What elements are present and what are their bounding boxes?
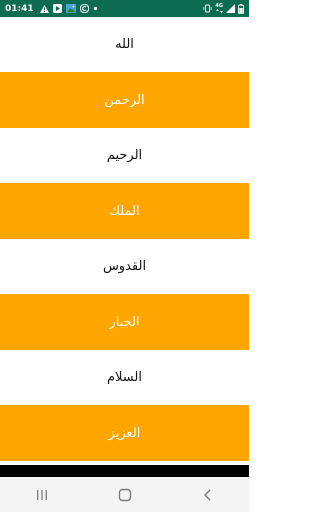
name-list-item[interactable]: الجبار xyxy=(0,294,249,350)
name-list-item[interactable]: الرحيم xyxy=(0,128,249,183)
warning-icon xyxy=(39,4,49,13)
name-label: الرحيم xyxy=(106,148,143,163)
name-label: الرحمن xyxy=(104,92,145,108)
status-icons-right: 4G xyxy=(203,3,244,14)
name-label: الملك xyxy=(109,203,140,219)
name-label: السلام xyxy=(107,370,142,385)
status-time: 01:41 xyxy=(5,3,34,14)
network-icon: 4G xyxy=(215,4,223,13)
name-label: القدوس xyxy=(102,259,147,274)
home-icon xyxy=(118,488,131,501)
recents-icon xyxy=(36,489,47,500)
signal-icon xyxy=(226,4,235,13)
bottom-divider xyxy=(0,465,249,477)
name-list-item[interactable]: السلام xyxy=(0,350,249,405)
name-list-item[interactable]: العزيز xyxy=(0,405,249,461)
dot-icon xyxy=(93,6,98,11)
status-bar: 01:41 4G xyxy=(0,0,249,17)
names-list: الله الرحمن الرحيم الملك القدوس الجبار السلام ا… xyxy=(0,17,249,461)
name-list-item[interactable]: الملك xyxy=(0,183,249,239)
name-label: العزيز xyxy=(108,425,141,441)
name-list-item[interactable]: الله xyxy=(0,17,249,72)
name-list-item[interactable]: القدوس xyxy=(0,239,249,294)
vibrate-icon xyxy=(203,4,213,13)
name-list-item[interactable]: الرحمن xyxy=(0,72,249,128)
back-button[interactable] xyxy=(188,480,228,510)
status-icons-left xyxy=(39,4,98,13)
name-label: الله xyxy=(115,37,134,52)
recents-button[interactable] xyxy=(22,480,62,510)
image-icon xyxy=(65,4,76,13)
battery-icon xyxy=(238,3,244,14)
play-icon xyxy=(52,4,62,13)
c-icon xyxy=(79,4,89,13)
back-icon xyxy=(203,489,210,500)
home-button[interactable] xyxy=(105,480,145,510)
name-label: الجبار xyxy=(109,314,140,330)
system-nav-bar xyxy=(0,477,249,512)
